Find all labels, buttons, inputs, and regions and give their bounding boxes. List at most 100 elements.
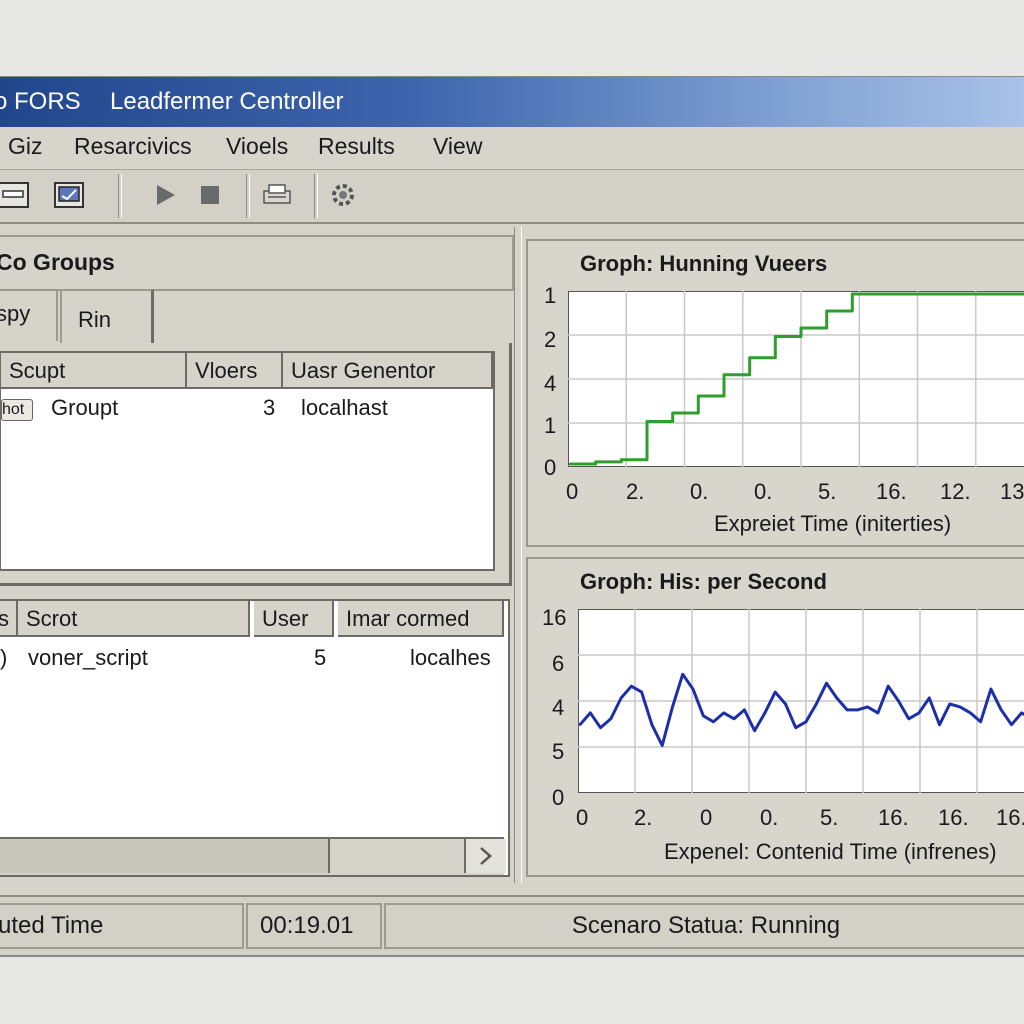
data-point: [876, 711, 880, 715]
data-point: [702, 714, 705, 717]
data-point: [748, 356, 751, 359]
table-row[interactable]: ) voner_script 5 localhes: [0, 641, 504, 675]
toolbar-separator: [118, 174, 122, 218]
menu-item-resarcivics[interactable]: Resarcivics: [74, 133, 192, 160]
graph-running-users-title: Groph: Hunning Vueers: [580, 251, 828, 276]
data-point: [661, 744, 664, 747]
x-tick: 2.: [634, 805, 653, 830]
table-row[interactable]: hot Groupt 3 localhast: [1, 393, 491, 427]
col-header-generator[interactable]: Imar cormed: [338, 601, 504, 637]
groups-panel-title: Co Groups: [0, 249, 115, 275]
data-point: [645, 420, 649, 423]
x-tick: 0.: [754, 479, 773, 504]
x-tick: 2.: [626, 479, 645, 504]
scroll-right-button[interactable]: [464, 839, 506, 873]
menu-item-vioels[interactable]: Vioels: [226, 133, 288, 160]
groups-table: Scupt Vloers Uasr Genentor hot Groupt 3 …: [0, 351, 495, 571]
horizontal-scrollbar[interactable]: [0, 837, 506, 875]
x-tick: 5.: [820, 805, 839, 830]
toolbar-separator: [314, 174, 318, 218]
y-tick: 4: [552, 695, 565, 720]
data-point: [722, 373, 726, 376]
y-tick: 4: [544, 371, 557, 396]
data-point: [681, 673, 684, 676]
data-point: [1000, 708, 1003, 712]
menu-item-view[interactable]: View: [433, 133, 482, 160]
running-users-plot: [568, 291, 1024, 467]
data-point: [979, 292, 982, 296]
tab-spy[interactable]: spy: [0, 289, 58, 341]
row-users: 3: [263, 395, 276, 420]
data-point: [619, 696, 623, 700]
data-point: [671, 411, 674, 415]
data-point: [594, 460, 597, 464]
data-point: [938, 723, 941, 726]
row-script: Groupt: [51, 395, 119, 420]
data-point: [599, 726, 602, 729]
tab-run[interactable]: Rin: [60, 289, 154, 343]
col-header-script[interactable]: Scupt: [1, 353, 187, 389]
panel-icon[interactable]: [0, 180, 30, 210]
data-point: [815, 702, 818, 706]
title-bar: o FORS Leadfermer Centroller: [0, 77, 1024, 127]
open-icon[interactable]: [52, 180, 86, 210]
row-badge: hot: [1, 399, 33, 421]
data-point: [835, 696, 838, 700]
y-tick: 6: [552, 651, 565, 676]
x-tick: 16.: [878, 805, 909, 830]
data-point: [732, 717, 736, 720]
hits-per-second-plot: [578, 609, 1024, 793]
x-tick: 0: [566, 479, 579, 504]
app-name: o FORS: [0, 88, 81, 115]
chevron-right-icon: [480, 847, 492, 865]
data-point: [774, 690, 777, 694]
tab-spy-label: spy: [0, 301, 31, 326]
y-tick: 2: [544, 327, 557, 352]
data-point: [784, 702, 787, 706]
col-header-users[interactable]: User: [254, 601, 334, 637]
elapsed-time-value-text: 00:19.01: [260, 912, 354, 939]
col-header-status[interactable]: s: [0, 601, 18, 637]
y-tick: 1: [544, 413, 557, 438]
data-point: [917, 711, 921, 715]
data-point: [825, 682, 828, 685]
graph-hits-title: Groph: His: per Second: [580, 569, 827, 594]
x-tick: 16.: [876, 479, 907, 504]
scrollbar-thumb[interactable]: [0, 839, 330, 873]
data-point: [743, 708, 746, 712]
y-tick: 16: [542, 605, 567, 630]
data-point: [799, 326, 803, 330]
data-point: [794, 726, 797, 729]
col-header-script[interactable]: Scrot: [18, 601, 250, 637]
data-point: [969, 711, 972, 715]
menu-item-giz[interactable]: Giz: [8, 133, 43, 160]
data-point: [928, 292, 931, 296]
data-point: [876, 292, 880, 296]
window-title: Leadfermer Centroller: [110, 88, 344, 115]
data-point: [578, 723, 582, 726]
menu-item-results[interactable]: Results: [318, 133, 395, 160]
data-point: [1005, 292, 1008, 296]
data-point: [953, 292, 957, 296]
col-header-generator[interactable]: Uasr Genentor: [283, 353, 493, 389]
printer-icon[interactable]: [260, 180, 294, 210]
settings-gear-icon[interactable]: [326, 180, 360, 210]
graph-hits-per-second: Groph: His: per Second 16 6 4 5 0 0 2. 0…: [526, 557, 1024, 877]
col-header-users[interactable]: Vloers: [187, 353, 283, 389]
groups-panel: Co Groups: [0, 235, 514, 291]
row-users: 5: [314, 645, 327, 670]
data-point: [1020, 711, 1023, 715]
x-tick: 0: [576, 805, 589, 830]
x-tick: 5.: [818, 479, 837, 504]
data-point: [887, 685, 890, 688]
data-point: [697, 394, 700, 398]
x-tick: 0.: [760, 805, 779, 830]
splitter[interactable]: [514, 227, 522, 883]
row-generator: localhes: [410, 645, 491, 670]
play-icon[interactable]: [148, 180, 182, 210]
toolbar-separator: [246, 174, 250, 218]
stop-icon[interactable]: [192, 180, 226, 210]
x-tick: 12.: [940, 479, 971, 504]
data-point: [722, 711, 725, 715]
data-point: [671, 705, 674, 709]
